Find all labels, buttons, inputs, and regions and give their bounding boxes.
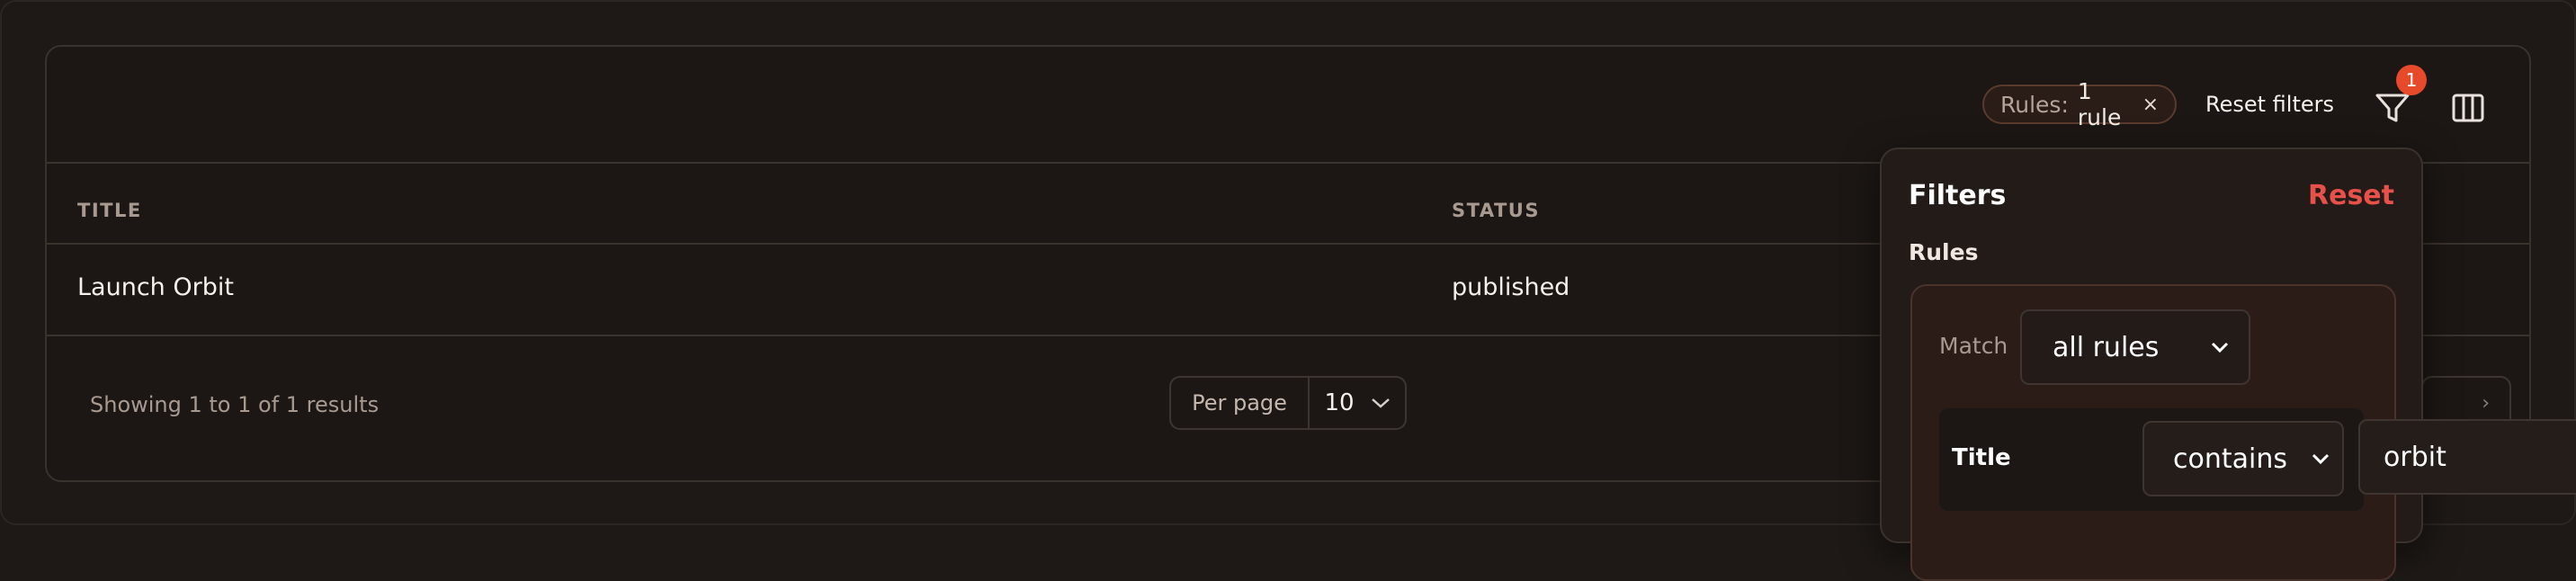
columns-icon	[2452, 94, 2484, 122]
chevron-down-icon	[1371, 398, 1390, 408]
rule-row: Title contains	[1939, 408, 2364, 511]
rules-label: Rules	[1909, 239, 1979, 265]
results-summary: Showing 1 to 1 of 1 results	[90, 392, 380, 417]
reset-filters-link[interactable]: Reset filters	[2205, 92, 2334, 117]
filters-reset-button[interactable]: Reset	[2308, 180, 2394, 211]
per-page-select[interactable]: 10	[1310, 378, 1405, 428]
per-page-control: Per page 10	[1169, 376, 1407, 430]
table-toolbar: Rules: 1 rule × Reset filters 1	[47, 47, 2529, 164]
chip-value: 1 rule	[2077, 78, 2122, 130]
cell-title: Launch Orbit	[77, 273, 234, 301]
chevron-down-icon	[2312, 453, 2330, 465]
rule-operator-select[interactable]: contains	[2142, 421, 2344, 496]
per-page-label: Per page	[1171, 378, 1310, 428]
rule-operator-value: contains	[2173, 442, 2287, 475]
per-page-value: 10	[1324, 389, 1355, 416]
active-filter-chip[interactable]: Rules: 1 rule ×	[1982, 78, 2177, 130]
column-header-title[interactable]: TITLE	[77, 200, 142, 221]
chip-key: Rules:	[2000, 91, 2069, 118]
cell-status: published	[1452, 273, 1570, 301]
filters-panel: Filters Reset Rules Match all rules Titl…	[1880, 147, 2423, 581]
match-select[interactable]: all rules	[2020, 309, 2250, 385]
chevron-down-icon	[2211, 342, 2229, 353]
match-label: Match	[1939, 333, 2008, 359]
rule-value-text: orbit	[2384, 441, 2446, 473]
match-select-value: all rules	[2053, 331, 2160, 363]
columns-toggle-button[interactable]	[2450, 90, 2486, 126]
rule-value-input[interactable]: orbit	[2358, 419, 2576, 495]
column-header-status[interactable]: STATUS	[1452, 200, 1540, 221]
rule-field-label: Title	[1952, 444, 2011, 471]
filter-count-badge: 1	[2396, 65, 2427, 95]
filters-panel-title: Filters	[1909, 180, 2007, 211]
chip-remove-icon[interactable]: ×	[2142, 94, 2159, 116]
rules-group: Match all rules Title contains	[1910, 284, 2396, 581]
